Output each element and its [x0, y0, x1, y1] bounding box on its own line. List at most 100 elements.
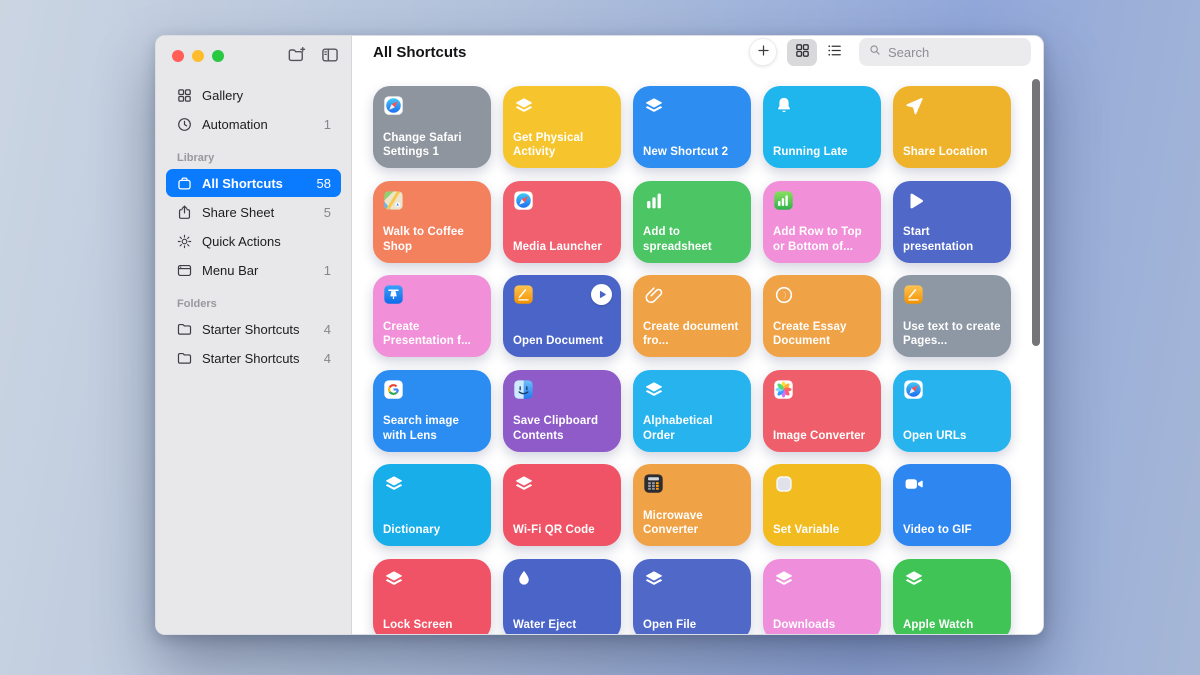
sidebar-toggle-icon	[320, 45, 340, 68]
shortcut-card[interactable]: Media Launcher	[503, 181, 621, 263]
shortcut-card[interactable]: Wi-Fi QR Code	[503, 464, 621, 546]
numbers-app-icon	[773, 190, 795, 212]
shortcut-card[interactable]: Change Safari Settings 1	[373, 86, 491, 168]
sidebar-item-label: Automation	[202, 117, 315, 132]
shortcut-card-label: Start presentation	[903, 225, 1002, 254]
video-camera-icon	[903, 473, 925, 495]
close-button[interactable]	[172, 50, 184, 62]
shortcut-card[interactable]: Dictionary	[373, 464, 491, 546]
toggle-sidebar-button[interactable]	[319, 45, 341, 67]
shortcut-card[interactable]: Get Physical Activity	[503, 86, 621, 168]
safari-app-icon	[383, 95, 405, 117]
sidebar-item-label: Starter Shortcuts	[202, 322, 315, 337]
shortcut-card[interactable]: Start presentation	[893, 181, 1011, 263]
sidebar-item-count: 1	[324, 117, 331, 132]
sidebar-item-all-shortcuts[interactable]: All Shortcuts58	[166, 169, 341, 197]
content-header: All Shortcuts	[352, 36, 1043, 66]
rounded-square-icon	[773, 473, 795, 495]
shortcut-card[interactable]: Save Clipboard Contents	[503, 370, 621, 452]
shortcut-card[interactable]: Lock Screen	[373, 559, 491, 636]
layers-icon	[643, 95, 665, 117]
shortcut-card[interactable]: Add to spreadsheet	[633, 181, 751, 263]
shortcut-card[interactable]: Walk to Coffee Shop	[373, 181, 491, 263]
shortcut-card[interactable]: Add Row to Top or Bottom of...	[763, 181, 881, 263]
grid-view-icon	[794, 42, 811, 62]
sidebar-item-label: Quick Actions	[202, 234, 322, 249]
shortcut-card[interactable]: Set Variable	[763, 464, 881, 546]
sidebar-item-label: Menu Bar	[202, 263, 315, 278]
layers-icon	[773, 568, 795, 590]
shortcut-card[interactable]: Use text to create Pages...	[893, 275, 1011, 357]
play-badge-icon[interactable]	[591, 284, 612, 305]
shortcut-card[interactable]: Create document fro...	[633, 275, 751, 357]
shortcuts-window: GalleryAutomation1LibraryAll Shortcuts58…	[155, 35, 1044, 635]
shortcut-card[interactable]: Water Eject	[503, 559, 621, 636]
layers-icon	[513, 473, 535, 495]
page-title: All Shortcuts	[373, 44, 466, 61]
shortcut-card-label: Save Clipboard Contents	[513, 414, 612, 443]
add-shortcut-button[interactable]	[749, 38, 777, 66]
shortcut-card-label: Microwave Converter	[643, 509, 742, 538]
folder-icon	[176, 350, 193, 367]
sidebar-item-count: 4	[324, 351, 331, 366]
pages-app-icon	[513, 284, 535, 306]
all-shortcuts-icon	[176, 175, 193, 192]
layers-icon	[643, 379, 665, 401]
shortcut-card-label: Create Presentation f...	[383, 320, 482, 349]
shortcut-card[interactable]: Downloads	[763, 559, 881, 636]
sidebar-item-automation[interactable]: Automation 1	[166, 110, 341, 138]
shortcut-card[interactable]: Open File	[633, 559, 751, 636]
shortcut-card[interactable]: Create Presentation f...	[373, 275, 491, 357]
shortcut-card-label: Search image with Lens	[383, 414, 482, 443]
sidebar-item-quick-actions[interactable]: Quick Actions	[166, 227, 341, 255]
grid-view-button[interactable]	[787, 39, 817, 66]
keynote-app-icon	[383, 284, 405, 306]
scrollbar-thumb[interactable]	[1032, 79, 1040, 346]
minimize-button[interactable]	[192, 50, 204, 62]
shortcut-card-label: Water Eject	[513, 618, 612, 633]
shortcut-card-label: Create Essay Document	[773, 320, 872, 349]
sidebar-item-starter-shortcuts[interactable]: Starter Shortcuts4	[166, 315, 341, 343]
essay-circle-icon	[773, 284, 795, 306]
shortcut-card[interactable]: Image Converter	[763, 370, 881, 452]
layers-icon	[383, 473, 405, 495]
layers-icon	[903, 568, 925, 590]
shortcut-card[interactable]: Microwave Converter	[633, 464, 751, 546]
sidebar-item-gallery[interactable]: Gallery	[166, 81, 341, 109]
search-input[interactable]	[888, 45, 1022, 60]
sidebar-item-label: Starter Shortcuts	[202, 351, 315, 366]
shortcut-card-label: Walk to Coffee Shop	[383, 225, 482, 254]
sidebar-item-count: 58	[317, 176, 331, 191]
shortcut-card[interactable]: Alphabetical Order	[633, 370, 751, 452]
search-field[interactable]	[859, 38, 1031, 66]
shortcut-card[interactable]: Search image with Lens	[373, 370, 491, 452]
zoom-button[interactable]	[212, 50, 224, 62]
shortcut-card[interactable]: Open URLs	[893, 370, 1011, 452]
shortcut-card[interactable]: Video to GIF	[893, 464, 1011, 546]
sidebar-item-menu-bar[interactable]: Menu Bar 1	[166, 256, 341, 284]
sidebar-item-starter-shortcuts[interactable]: Starter Shortcuts 4	[166, 344, 341, 372]
shortcut-card-label: Set Variable	[773, 523, 872, 538]
shortcut-card-label: Create document fro...	[643, 320, 742, 349]
shortcut-card-label: Share Location	[903, 145, 1002, 160]
new-folder-button[interactable]	[286, 45, 308, 67]
shortcut-card-label: Image Converter	[773, 429, 872, 444]
shortcut-card-label: Dictionary	[383, 523, 482, 538]
sidebar-item-count: 5	[324, 205, 331, 220]
pages-app-icon	[903, 284, 925, 306]
location-arrow-icon	[903, 95, 925, 117]
list-view-button[interactable]	[819, 39, 849, 66]
sidebar: GalleryAutomation1LibraryAll Shortcuts58…	[156, 36, 352, 634]
shortcut-card[interactable]: Apple Watch	[893, 559, 1011, 636]
shortcut-card[interactable]: Running Late	[763, 86, 881, 168]
shortcut-card[interactable]: Open Document	[503, 275, 621, 357]
shortcut-card[interactable]: New Shortcut 2	[633, 86, 751, 168]
shortcut-card[interactable]: Share Location	[893, 86, 1011, 168]
layers-icon	[383, 568, 405, 590]
sidebar-item-share-sheet[interactable]: Share Sheet5	[166, 198, 341, 226]
sidebar-item-count: 1	[324, 263, 331, 278]
sidebar-tools	[286, 45, 341, 67]
google-app-icon	[383, 379, 405, 401]
shortcut-card-label: Running Late	[773, 145, 872, 160]
shortcut-card[interactable]: Create Essay Document	[763, 275, 881, 357]
